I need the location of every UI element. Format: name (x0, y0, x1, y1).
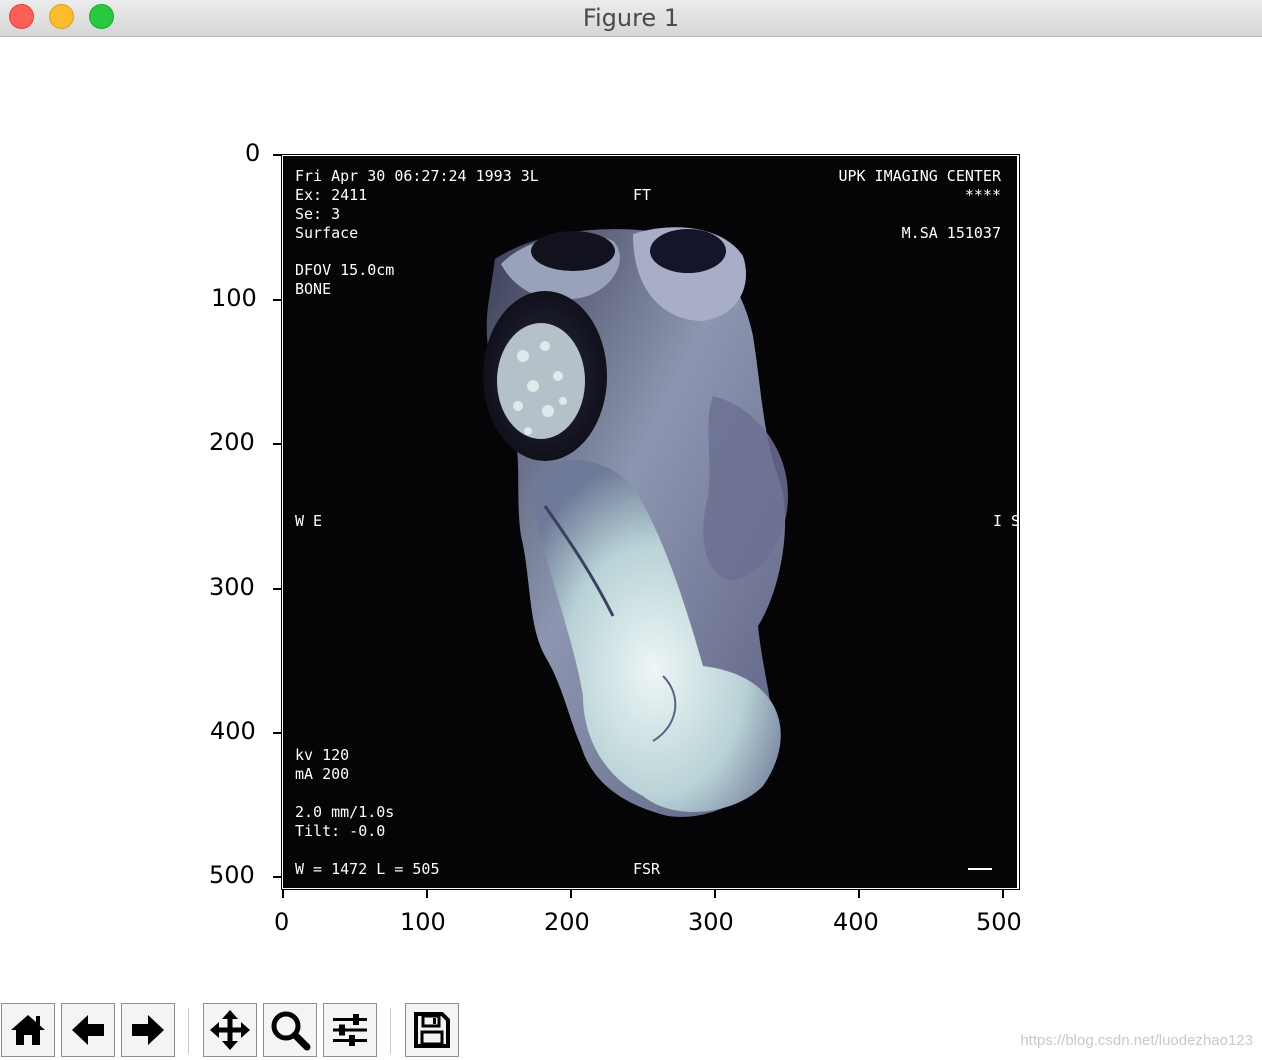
overlay-tilt: Tilt: -0.0 (295, 822, 385, 840)
configure-subplots-icon (333, 1014, 367, 1046)
y-tick-mark (273, 732, 281, 734)
overlay-fsr: FSR (633, 860, 661, 878)
y-tick-mark (273, 154, 281, 156)
x-tick-label: 500 (976, 908, 1022, 936)
y-tick-label: 500 (209, 861, 255, 889)
y-tick-label: 0 (245, 139, 261, 167)
x-tick-mark (858, 890, 860, 898)
y-tick-label: 200 (209, 428, 255, 456)
overlay-surface: Surface (295, 224, 358, 242)
y-tick-mark (273, 299, 281, 301)
back-arrow-icon (72, 1015, 104, 1045)
overlay-thickness: 2.0 mm/1.0s (295, 803, 394, 821)
overlay-bone: BONE (295, 280, 331, 298)
toolbar-separator (188, 1008, 189, 1054)
toolbar-separator (390, 1008, 391, 1054)
overlay-stars: **** (965, 186, 1001, 204)
overlay-patient-id: M.SA 151037 (902, 224, 1001, 242)
y-tick-mark (273, 588, 281, 590)
title-bar: Figure 1 (0, 0, 1262, 37)
overlay-ft: FT (633, 186, 651, 204)
y-tick-label: 400 (210, 717, 256, 745)
figure-window: Figure 1 0 100 200 300 400 500 0 100 200… (0, 0, 1262, 1060)
forward-arrow-icon (132, 1015, 164, 1045)
x-tick-mark (282, 890, 284, 898)
forward-button[interactable] (121, 1003, 175, 1057)
home-icon (11, 1015, 45, 1045)
back-button[interactable] (61, 1003, 115, 1057)
overlay-series: Se: 3 (295, 205, 340, 223)
x-tick-mark (1002, 890, 1004, 898)
y-tick-label: 300 (209, 573, 255, 601)
plot-axes[interactable]: Fri Apr 30 06:27:24 1993 3L Ex: 2411 Se:… (281, 154, 1020, 890)
y-tick-label: 100 (211, 284, 257, 312)
pan-icon (210, 1010, 250, 1050)
overlay-center-name: UPK IMAGING CENTER (838, 167, 1002, 185)
save-button[interactable] (405, 1003, 459, 1057)
overlay-date: Fri Apr 30 06:27:24 1993 3L (295, 167, 539, 185)
configure-subplots-button[interactable] (323, 1003, 377, 1057)
overlay-kv: kv 120 (295, 746, 349, 764)
overlay-window-level: W = 1472 L = 505 (295, 860, 440, 878)
zoom-button[interactable] (263, 1003, 317, 1057)
x-tick-label: 200 (544, 908, 590, 936)
overlay-ma: mA 200 (295, 765, 349, 783)
x-tick-label: 0 (274, 908, 290, 936)
navigation-toolbar: https://blog.csdn.net/luodezhao123 (0, 1000, 1262, 1060)
x-tick-label: 100 (400, 908, 446, 936)
y-tick-mark (273, 876, 281, 878)
x-tick-label: 300 (688, 908, 734, 936)
overlay-exam: Ex: 2411 (295, 186, 367, 204)
overlay-dfov: DFOV 15.0cm (295, 261, 394, 279)
figure-canvas[interactable]: 0 100 200 300 400 500 0 100 200 300 400 … (0, 38, 1262, 1000)
x-tick-mark (714, 890, 716, 898)
window-title: Figure 1 (582, 4, 680, 32)
x-tick-label: 400 (833, 908, 879, 936)
overlay-right-orient: I S (993, 512, 1017, 530)
y-tick-mark (273, 443, 281, 445)
home-button[interactable] (1, 1003, 55, 1057)
overlay-left-orient: W E (295, 512, 322, 530)
pan-button[interactable] (203, 1003, 257, 1057)
ct-scan-image: Fri Apr 30 06:27:24 1993 3L Ex: 2411 Se:… (283, 156, 1017, 888)
save-icon (414, 1012, 450, 1048)
zoom-icon (271, 1011, 311, 1051)
x-tick-mark (570, 890, 572, 898)
x-tick-mark (426, 890, 428, 898)
watermark-text: https://blog.csdn.net/luodezhao123 (1020, 1032, 1253, 1049)
